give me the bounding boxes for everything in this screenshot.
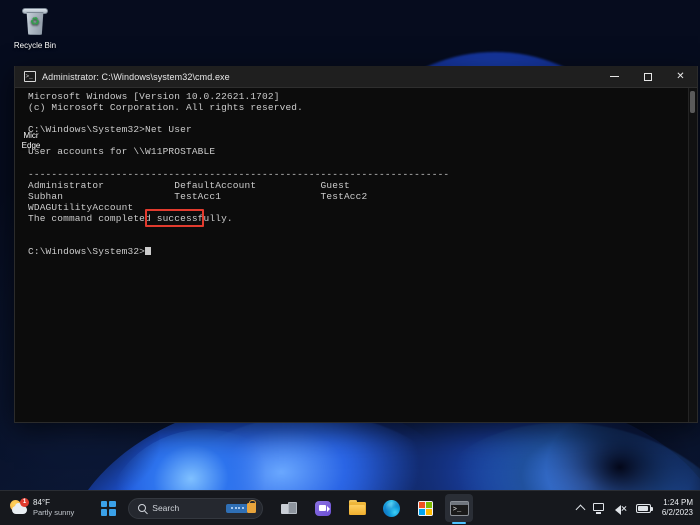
taskbar-item-task-view[interactable] [275, 494, 303, 522]
active-app-indicator [452, 521, 467, 524]
system-tray: 1:24 PM 6/2/2023 [575, 498, 700, 518]
clock-date: 6/2/2023 [661, 508, 693, 517]
windows-start-icon [100, 500, 116, 516]
maximize-button[interactable] [631, 66, 664, 88]
file-explorer-icon [348, 499, 366, 515]
weather-condition: Partly sunny [33, 508, 75, 517]
battery-button[interactable] [635, 503, 653, 513]
search-icon [138, 504, 147, 512]
microsoft-store-icon [417, 500, 433, 516]
battery-icon [635, 503, 653, 513]
taskbar-item-command-prompt[interactable] [445, 494, 474, 524]
task-view-icon [281, 501, 298, 515]
taskbar-clock[interactable]: 1:24 PM 6/2/2023 [660, 498, 693, 518]
command-prompt-icon [449, 500, 469, 516]
taskbar-weather-widget[interactable]: 1 84°F Partly sunny [0, 491, 82, 525]
weather-text: 84°F Partly sunny [33, 498, 74, 518]
close-icon: ✕ [676, 71, 685, 82]
console-caret [145, 246, 152, 256]
teams-chat-icon [315, 500, 332, 516]
window-title: Administrator: C:\Windows\system32\cmd.e… [42, 71, 230, 82]
taskbar-item-microsoft-store[interactable] [411, 494, 439, 522]
weather-temperature: 84°F [33, 498, 50, 507]
maximize-icon [643, 72, 652, 81]
microsoft-edge-icon [382, 499, 400, 517]
show-hidden-icons-button[interactable] [575, 503, 586, 515]
chevron-up-icon [575, 504, 586, 515]
desktop-icon-label: Recycle Bin [13, 41, 57, 50]
search-placeholder: Search [152, 503, 180, 513]
minimize-icon [610, 76, 619, 77]
taskbar-main-area: Search [82, 494, 577, 524]
speaker-mute-icon [614, 503, 627, 515]
command-prompt-window[interactable]: Administrator: C:\Windows\system32\cmd.e… [14, 66, 698, 423]
recycle-bin-icon: ♻ [19, 6, 51, 38]
partly-sunny-icon: 1 [10, 498, 29, 516]
taskbar-item-microsoft-edge[interactable] [377, 494, 405, 522]
console-text-content: Microsoft Windows [Version 10.0.22621.17… [28, 91, 450, 258]
volume-button[interactable] [614, 503, 627, 515]
desktop-icon-label-line2: Edge [21, 141, 41, 150]
password-lock-icon [226, 500, 257, 513]
console-output-area[interactable]: Microsoft Windows [Version 10.0.22621.17… [15, 88, 697, 422]
weather-badge: 1 [20, 498, 29, 507]
console-text: Microsoft Windows [Version 10.0.22621.17… [28, 91, 679, 257]
taskbar[interactable]: 1 84°F Partly sunny Search >_ 1:24 PM 6/… [0, 490, 700, 525]
network-icon [592, 502, 606, 514]
taskbar-item-chat[interactable] [309, 494, 337, 522]
network-button[interactable] [592, 502, 606, 514]
window-titlebar[interactable]: Administrator: C:\Windows\system32\cmd.e… [15, 66, 697, 88]
desktop-icon-label-line1: Micr [23, 131, 39, 140]
search-input[interactable]: Search [128, 497, 264, 519]
taskbar-item-file-explorer[interactable] [343, 494, 371, 522]
minimize-button[interactable] [598, 66, 631, 88]
scrollbar-thumb[interactable] [690, 91, 695, 113]
desktop-icon-recycle-bin[interactable]: ♻ Recycle Bin [4, 6, 66, 51]
clock-time: 1:24 PM [663, 498, 693, 507]
console-scrollbar[interactable] [688, 88, 697, 422]
console-icon [24, 71, 36, 82]
start-button[interactable] [94, 494, 122, 522]
close-button[interactable]: ✕ [664, 66, 697, 88]
